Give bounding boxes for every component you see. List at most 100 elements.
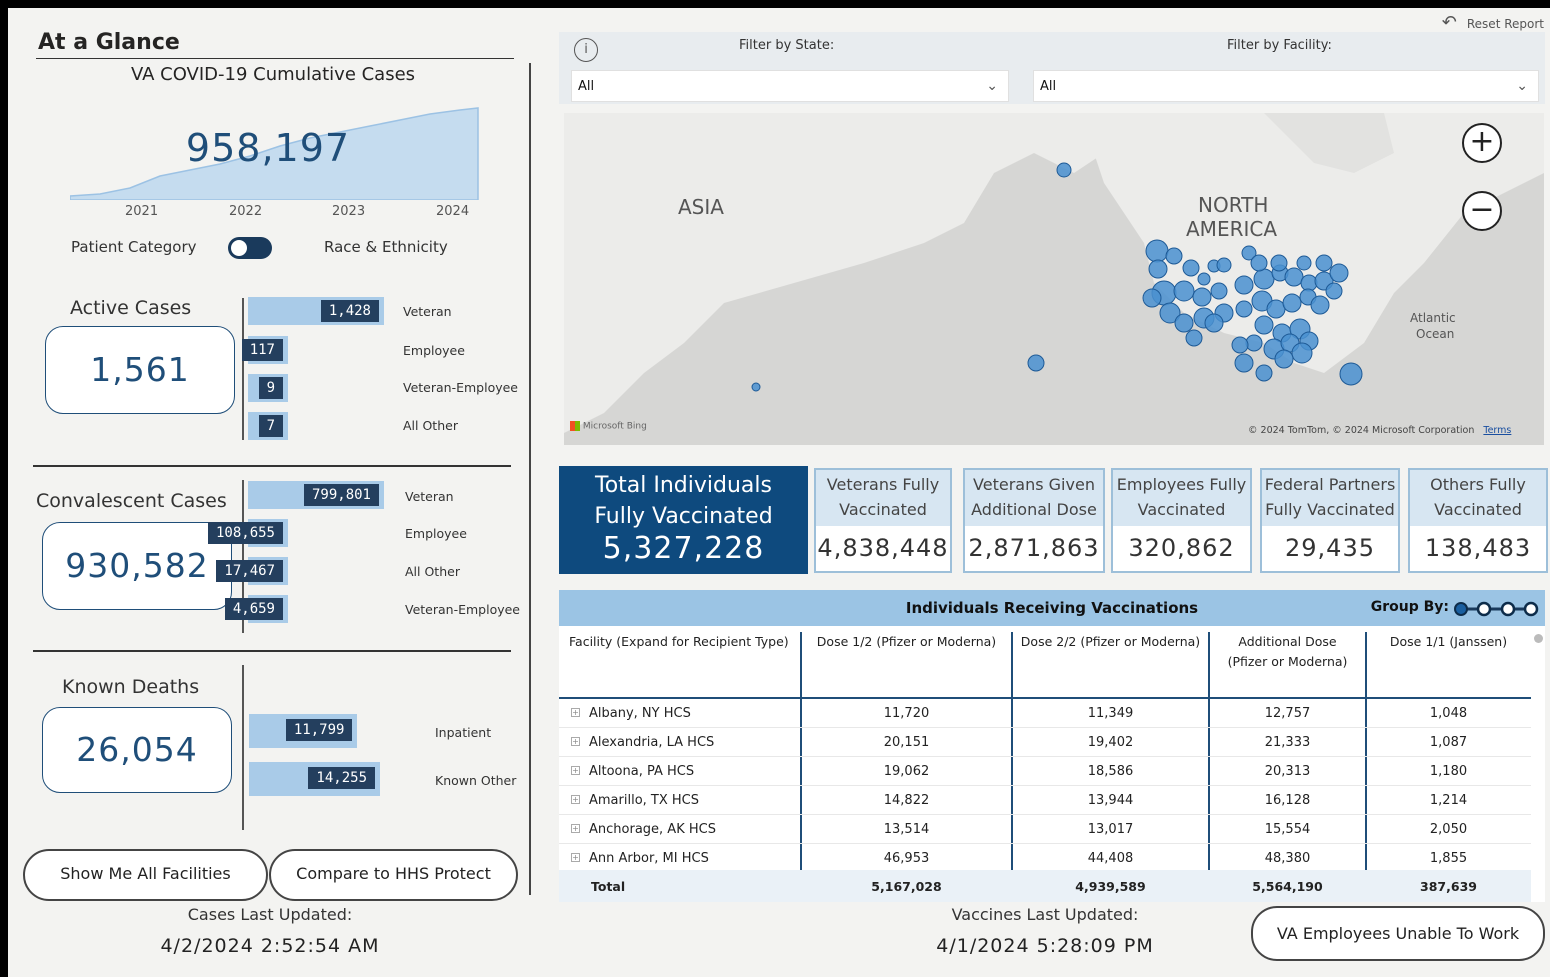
facility-marker[interactable] (1234, 275, 1254, 295)
facility-marker[interactable] (1291, 342, 1313, 364)
category-toggle[interactable] (228, 237, 272, 259)
copyright-text: © 2024 TomTom, © 2024 Microsoft Corporat… (1248, 425, 1475, 436)
kpi-label-line: Federal Partners (1264, 475, 1396, 494)
kpi-label: Veterans Given Additional Dose (965, 470, 1103, 526)
slider-stop[interactable] (1476, 601, 1492, 617)
table-row[interactable]: + Altoona, PA HCS 19,062 18,586 20,313 1,180 (559, 757, 1531, 786)
bar-category-label: All Other (403, 418, 458, 433)
facility-marker[interactable] (1148, 259, 1168, 279)
facility-marker[interactable] (1185, 329, 1203, 347)
scrollbar-thumb[interactable] (1534, 634, 1543, 643)
bar-active-all-other[interactable]: 7 (248, 412, 288, 440)
expand-icon[interactable]: + (571, 795, 580, 804)
year-tick: 2023 (332, 204, 366, 219)
column-header-dose1[interactable]: Dose 1/2 (Pfizer or Moderna) (801, 632, 1012, 652)
group-by-slider[interactable] (1453, 601, 1539, 617)
dose2-cell: 11,349 (1087, 706, 1134, 721)
facility-marker[interactable] (1216, 257, 1232, 273)
table-row[interactable]: + Albany, NY HCS 11,720 11,349 12,757 1,048 (559, 699, 1531, 728)
table-row[interactable]: + Anchorage, AK HCS 13,514 13,017 15,554 2,05… (559, 815, 1531, 844)
additional-cell: 48,380 (1264, 851, 1311, 866)
cases-updated-value: 4/2/2024 2:52:54 AM (160, 935, 380, 957)
facility-marker[interactable] (1197, 272, 1211, 286)
bar-category-label: Veteran-Employee (403, 380, 519, 395)
zoom-out-button[interactable]: − (1462, 191, 1502, 231)
bar-convalescent-employee[interactable]: 108,655 (207, 519, 288, 547)
facility-marker[interactable] (1210, 282, 1228, 300)
column-header-dose2[interactable]: Dose 2/2 (Pfizer or Moderna) (1012, 632, 1209, 652)
facility-marker[interactable] (1231, 336, 1249, 354)
bar-deaths-known-other[interactable]: 14,255 (249, 762, 380, 796)
compare-hhs-button[interactable]: Compare to HHS Protect (269, 849, 518, 901)
facility-marker[interactable] (1027, 354, 1045, 372)
column-header-facility[interactable]: Facility (Expand for Recipient Type) (569, 632, 801, 652)
facility-marker[interactable] (1315, 254, 1333, 272)
facility-marker[interactable] (1339, 362, 1363, 386)
column-header-janssen[interactable]: Dose 1/1 (Janssen) (1366, 632, 1531, 652)
facility-filter-select[interactable]: All ⌄ (1033, 70, 1539, 102)
facility-marker[interactable] (1282, 293, 1302, 313)
vaccinations-table: Individuals Receiving Vaccinations Group… (559, 590, 1545, 902)
reset-report-button[interactable]: ↶ Reset Report (1442, 12, 1544, 33)
expand-icon[interactable]: + (571, 737, 580, 746)
facility-marker[interactable] (1245, 334, 1263, 352)
bar-convalescent-veteran-employee[interactable]: 4,659 (224, 595, 288, 623)
facility-marker[interactable] (1204, 313, 1224, 333)
bar-active-veteran[interactable]: 1,428 (248, 297, 384, 325)
bar-convalescent-all-other[interactable]: 17,467 (216, 557, 288, 585)
facility-marker[interactable] (1253, 268, 1275, 290)
bar-convalescent-veteran[interactable]: 799,801 (248, 481, 384, 509)
slider-stop[interactable] (1523, 601, 1539, 617)
facility-marker[interactable] (1266, 299, 1286, 319)
facility-marker[interactable] (1165, 247, 1183, 265)
expand-icon[interactable]: + (571, 824, 580, 833)
facility-marker[interactable] (1182, 259, 1200, 277)
facility-map[interactable]: ASIA NORTH AMERICA Atlantic Ocean + − Mi… (564, 113, 1544, 445)
map-copyright: © 2024 TomTom, © 2024 Microsoft Corporat… (1248, 425, 1511, 436)
slider-stop-active[interactable] (1454, 602, 1468, 616)
facility-marker[interactable] (1296, 255, 1312, 271)
bar-deaths-inpatient[interactable]: 11,799 (249, 714, 358, 748)
facility-marker[interactable] (1255, 364, 1273, 382)
column-header-additional[interactable]: Additional Dose (Pfizer or Moderna) (1209, 632, 1366, 672)
facility-marker[interactable] (1325, 282, 1343, 300)
slider-stop[interactable] (1500, 601, 1516, 617)
toggle-right-label: Race & Ethnicity (324, 238, 448, 256)
facility-marker[interactable] (1173, 280, 1195, 302)
cases-updated-label: Cases Last Updated: (187, 905, 353, 924)
show-all-facilities-button[interactable]: Show Me All Facilities (23, 849, 268, 901)
facility-marker[interactable] (1284, 267, 1304, 287)
facility-marker[interactable] (1192, 287, 1212, 307)
expand-icon[interactable]: + (571, 853, 580, 862)
facility-marker[interactable] (1250, 254, 1268, 272)
expand-icon[interactable]: + (571, 766, 580, 775)
facility-marker[interactable] (1254, 315, 1274, 335)
deaths-bars: 11,799 14,255 (249, 714, 384, 804)
facility-marker[interactable] (1142, 288, 1162, 308)
facility-marker[interactable] (1235, 300, 1253, 318)
facility-marker[interactable] (1174, 313, 1194, 333)
bar-value: 799,801 (303, 484, 379, 506)
info-icon[interactable]: i (574, 38, 598, 62)
bar-active-veteran-employee[interactable]: 9 (248, 374, 288, 402)
facility-marker[interactable] (1234, 353, 1254, 373)
table-row[interactable]: + Ann Arbor, MI HCS 46,953 44,408 48,380 1,85… (559, 844, 1531, 873)
expand-icon[interactable]: + (571, 708, 580, 717)
kpi-label: Employees Fully Vaccinated (1113, 470, 1250, 526)
facility-marker[interactable] (751, 382, 761, 392)
bar-active-employee[interactable]: 117 (241, 336, 288, 364)
table-row[interactable]: + Amarillo, TX HCS 14,822 13,944 16,128 1,214 (559, 786, 1531, 815)
facility-marker[interactable] (1329, 263, 1349, 283)
facility-marker[interactable] (1056, 162, 1072, 178)
facility-marker[interactable] (1310, 295, 1330, 315)
kpi-veterans-additional-dose: Veterans Given Additional Dose 2,871,863 (963, 468, 1105, 573)
facility-marker[interactable] (1270, 254, 1288, 272)
employees-unable-button[interactable]: VA Employees Unable To Work (1251, 906, 1545, 961)
facility-marker[interactable] (1145, 239, 1169, 263)
facility-marker[interactable] (1274, 349, 1294, 369)
terms-link[interactable]: Terms (1483, 425, 1511, 436)
zoom-in-button[interactable]: + (1462, 123, 1502, 163)
state-filter-select[interactable]: All ⌄ (571, 70, 1009, 102)
table-row[interactable]: + Alexandria, LA HCS 20,151 19,402 21,333 1,0… (559, 728, 1531, 757)
bar-value: 117 (241, 339, 283, 361)
